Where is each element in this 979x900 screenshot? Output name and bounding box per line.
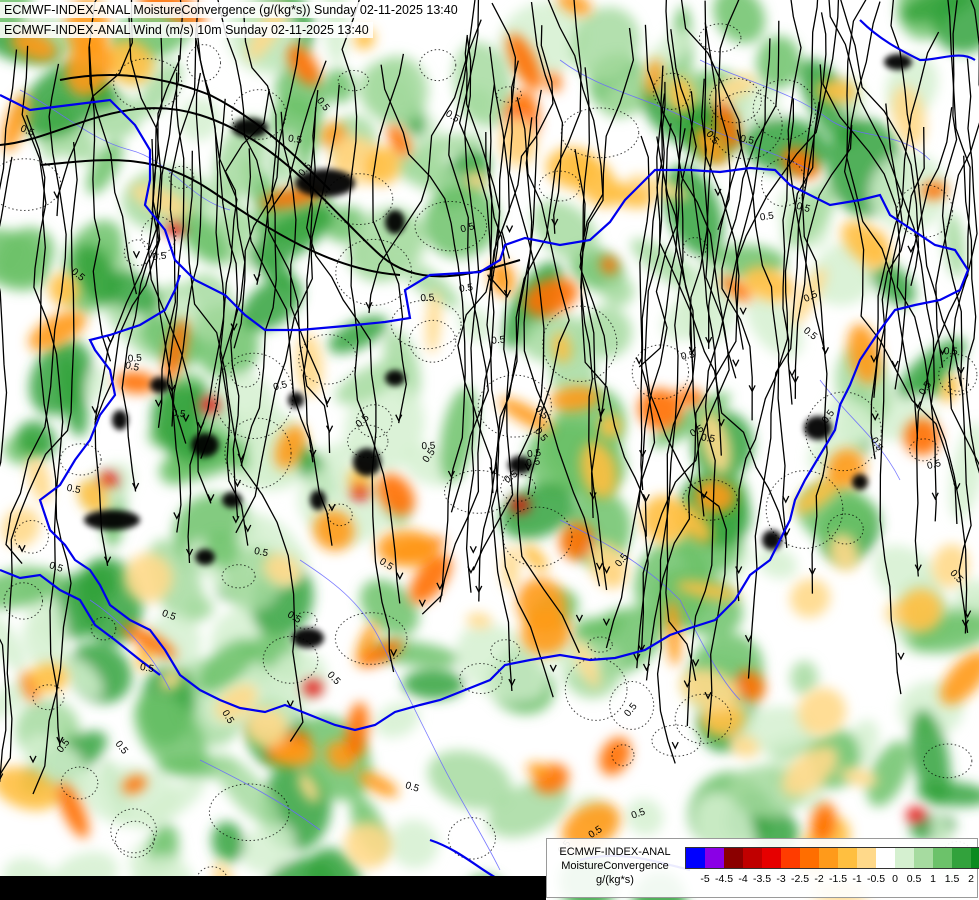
contour-label: 0.5 [700, 432, 716, 445]
strong-divergence-core [350, 484, 370, 500]
weather-map: 0.5 0.5 0.5 0.5 0.5 0.5 0.5 0.5 0.5 0.5 0.5 0.5 0.5 0… [0, 0, 979, 900]
contour-label: 0.5 [491, 334, 506, 347]
legend-swatch [743, 848, 762, 868]
contour-label: 0.5 [152, 251, 168, 264]
legend-swatch [819, 848, 838, 868]
contour-label: 0.5 [127, 353, 142, 365]
legend-swatch [971, 848, 979, 868]
contour-label: 0.5 [944, 346, 959, 357]
legend-title-line: ECMWF-INDEX-ANAL [559, 846, 671, 858]
legend-tick-label: 2 [968, 873, 974, 885]
strong-divergence-core [510, 497, 530, 513]
legend-swatch [838, 848, 857, 868]
legend-title-line: g/(kg*s) [596, 874, 634, 886]
strong-convergence-core [195, 549, 215, 565]
legend-swatch [895, 848, 914, 868]
legend-tick-labels: -5 -4.5 -4 -3.5 -3 -2.5 -2 -1.5 -1 -0.5 0 0.5 1 1.5 2 [685, 873, 975, 887]
legend-tick-label: -1.5 [828, 873, 848, 885]
legend-tick-label: -4 [738, 873, 748, 885]
contour-label: 0.5 [287, 133, 303, 146]
legend-swatch [857, 848, 876, 868]
legend-title: ECMWF-INDEX-ANAL MoistureConvergence g/(… [551, 845, 679, 887]
legend-swatch [781, 848, 800, 868]
legend-tick-label: -3 [776, 873, 786, 885]
strong-convergence-core [288, 392, 304, 408]
legend-tick-label: -0.5 [866, 873, 886, 885]
legend-swatch [762, 848, 781, 868]
strong-convergence-core [84, 510, 140, 530]
strong-convergence-core [310, 490, 326, 510]
legend-tick-label: 0 [892, 873, 898, 885]
convergence-blob [366, 55, 429, 127]
contour-label: 0.5 [420, 292, 435, 304]
strong-convergence-core [884, 54, 912, 70]
contour-label: 0.5 [171, 408, 187, 421]
legend-tick-label: -3.5 [752, 873, 772, 885]
strong-divergence-core [98, 472, 118, 488]
strong-convergence-core [191, 433, 219, 457]
contour-label: 0.5 [526, 456, 542, 469]
strong-convergence-core [852, 474, 868, 490]
legend-swatch [800, 848, 819, 868]
strong-divergence-core [303, 680, 323, 696]
legend-tick-label: 0.5 [906, 873, 922, 885]
legend-swatch [705, 848, 724, 868]
legend-swatch [876, 848, 895, 868]
legend-tick-label: -4.5 [714, 873, 734, 885]
legend-swatch [914, 848, 933, 868]
legend-tick-label: -2 [814, 873, 824, 885]
bottom-border-strip [0, 876, 546, 900]
legend-tick-label: 1.5 [944, 873, 960, 885]
color-legend: ECMWF-INDEX-ANAL MoistureConvergence g/(… [546, 838, 979, 898]
legend-tick-label: -5 [700, 873, 710, 885]
map-title-moisture-convergence: ECMWF-INDEX-ANAL MoistureConvergence (g/… [0, 2, 462, 18]
strong-convergence-core [385, 370, 405, 386]
legend-swatch [933, 848, 952, 868]
legend-tick-label: -1 [852, 873, 862, 885]
legend-color-scale [685, 847, 979, 869]
legend-swatch [686, 848, 705, 868]
strong-convergence-core [292, 628, 324, 648]
legend-swatch [952, 848, 971, 868]
legend-tick-label: -2.5 [790, 873, 810, 885]
strong-divergence-core [906, 807, 926, 823]
legend-tick-label: 1 [930, 873, 936, 885]
strong-convergence-core [150, 377, 170, 393]
legend-swatch [724, 848, 743, 868]
legend-title-line: MoistureConvergence [561, 860, 669, 872]
contour-label: 0.5 [139, 662, 155, 675]
map-title-wind: ECMWF-INDEX-ANAL Wind (m/s) 10m Sunday 0… [0, 22, 373, 38]
contour-label: 0.5 [759, 211, 775, 224]
strong-convergence-core [112, 410, 128, 430]
contour-label: 0.5 [458, 282, 474, 295]
